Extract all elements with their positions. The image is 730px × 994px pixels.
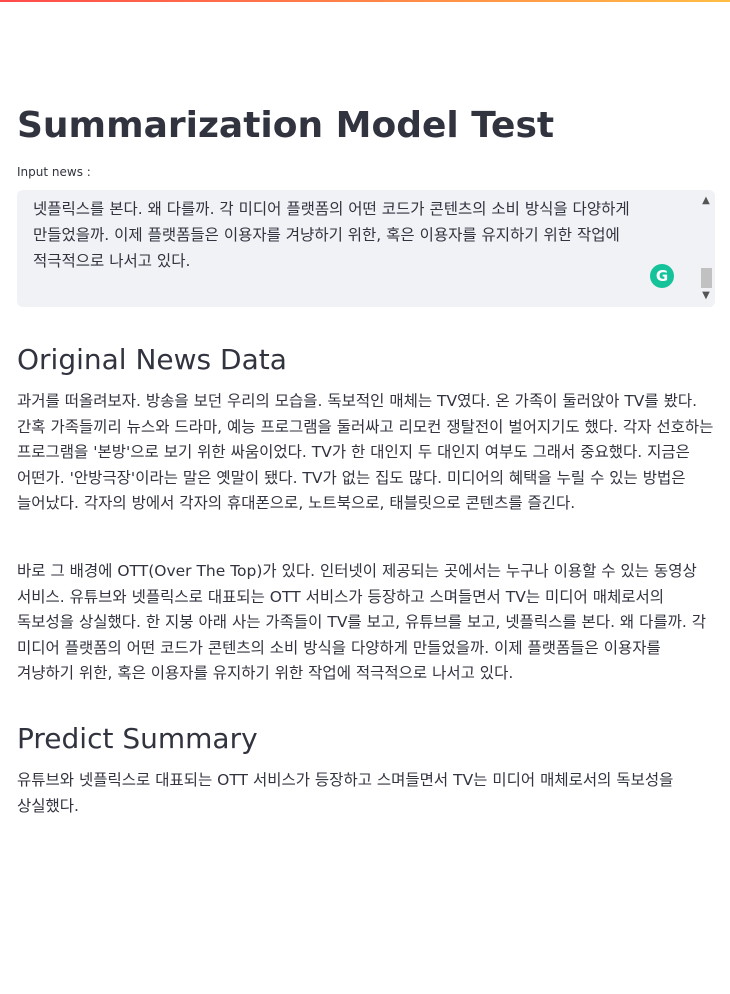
input-news-label: Input news : bbox=[17, 165, 91, 179]
news-input-textarea[interactable]: 미디어 매체로서의 독보성을 상실했다. 한 지붕 아래 사는 가족들이 TV를… bbox=[17, 190, 715, 307]
textarea-scrollbar[interactable]: ▲ ▼ bbox=[697, 190, 715, 307]
news-input-text[interactable]: 미디어 매체로서의 독보성을 상실했다. 한 지붕 아래 사는 가족들이 TV를… bbox=[33, 190, 693, 274]
grammarly-icon[interactable]: G bbox=[650, 264, 674, 288]
top-decoration-bar bbox=[0, 0, 730, 2]
predict-summary-heading: Predict Summary bbox=[17, 722, 258, 755]
predict-summary-text: 유튜브와 넷플릭스로 대표되는 OTT 서비스가 등장하고 스며들면서 TV는 … bbox=[17, 771, 674, 815]
scroll-thumb[interactable] bbox=[701, 268, 712, 288]
original-news-heading: Original News Data bbox=[17, 343, 287, 376]
scroll-up-arrow-icon[interactable]: ▲ bbox=[701, 196, 711, 206]
scroll-down-arrow-icon[interactable]: ▼ bbox=[701, 291, 711, 301]
original-news-paragraph-2: 바로 그 배경에 OTT(Over The Top)가 있다. 인터넷이 제공되… bbox=[17, 562, 707, 683]
page-title: Summarization Model Test bbox=[17, 105, 555, 146]
original-news-paragraph-1: 과거를 떠올려보자. 방송을 보던 우리의 모습을. 독보적인 매체는 TV였다… bbox=[17, 392, 714, 513]
